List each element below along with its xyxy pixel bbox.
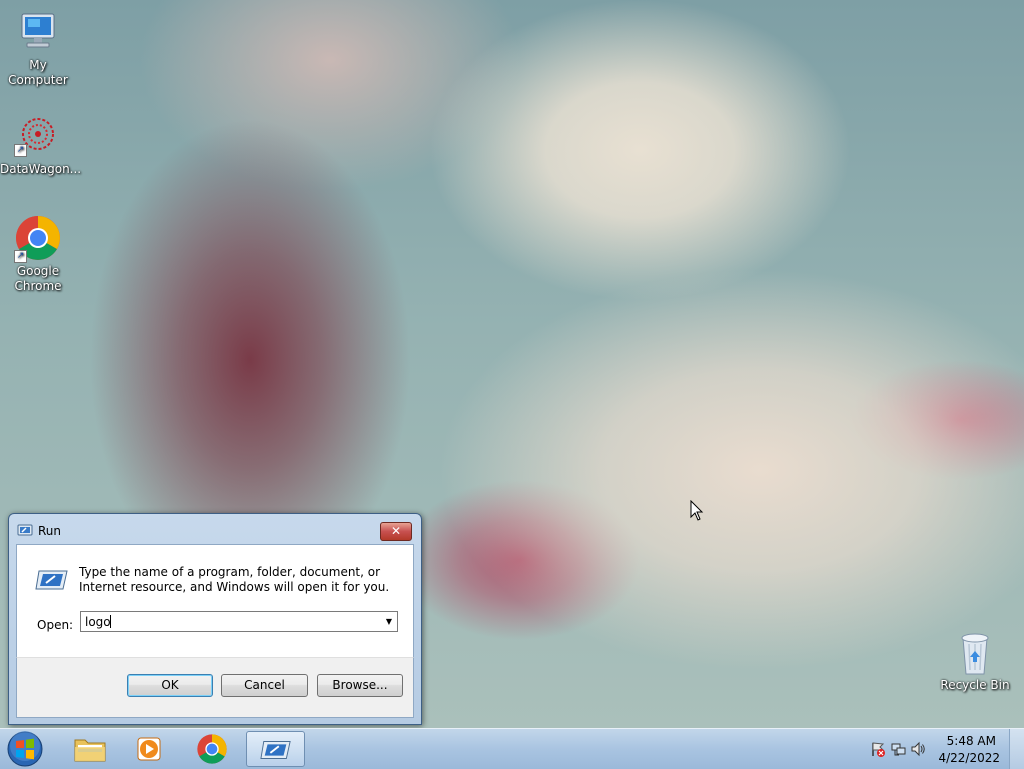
run-dialog-description: Type the name of a program, folder, docu…	[79, 565, 390, 594]
ok-button[interactable]: OK	[127, 674, 213, 697]
taskbar-chrome-button[interactable]	[184, 731, 240, 767]
taskbar: 5:48 AM 4/22/2022	[0, 728, 1024, 769]
run-icon	[260, 741, 291, 759]
volume-icon[interactable]	[910, 741, 926, 757]
desktop-icon-label: Recycle Bin	[940, 678, 1010, 692]
clock-time: 5:48 AM	[946, 734, 996, 748]
open-combobox[interactable]: ▼	[80, 611, 398, 632]
desktop-icon-label: Google Chrome	[14, 264, 62, 293]
run-program-icon	[35, 570, 68, 590]
mouse-cursor-icon	[690, 500, 704, 521]
run-dialog-titlebar[interactable]: Run ✕	[9, 514, 421, 546]
run-dialog-title: Run	[38, 524, 62, 538]
taskbar-media-player-button[interactable]	[122, 731, 178, 767]
desktop-icon-label: My Computer	[8, 58, 68, 87]
desktop-icon-label: DataWagon...	[0, 162, 82, 176]
network-icon[interactable]	[890, 741, 906, 757]
start-button[interactable]	[4, 730, 46, 768]
folder-icon	[74, 739, 106, 762]
shortcut-arrow-icon: ↗	[14, 250, 27, 263]
clock-date: 4/22/2022	[938, 751, 1000, 765]
desktop-icon-my-computer[interactable]: My Computer	[0, 8, 76, 88]
open-label: Open:	[37, 618, 74, 632]
open-input[interactable]	[81, 612, 385, 631]
text-caret	[110, 615, 111, 628]
shortcut-arrow-icon: ↗	[14, 144, 27, 157]
run-dialog-footer: OK Cancel Browse...	[16, 657, 414, 718]
system-tray: 5:48 AM 4/22/2022	[854, 729, 1024, 769]
close-icon: ✕	[390, 524, 402, 538]
run-icon	[17, 524, 33, 536]
taskbar-explorer-button[interactable]	[62, 731, 118, 767]
chevron-down-icon[interactable]: ▼	[381, 612, 397, 631]
run-dialog-body: Type the name of a program, folder, docu…	[16, 544, 414, 657]
browse-button[interactable]: Browse...	[317, 674, 403, 697]
media-player-icon	[137, 737, 161, 761]
action-center-flag-icon[interactable]	[870, 741, 886, 757]
computer-icon	[21, 13, 55, 48]
show-desktop-button[interactable]	[1009, 729, 1024, 769]
run-dialog[interactable]: Run ✕ Type the name of a program, folder…	[8, 513, 422, 725]
cancel-button[interactable]: Cancel	[221, 674, 308, 697]
taskbar-run-button[interactable]	[246, 731, 305, 767]
desktop-background: My Computer ↗ DataWagon... ↗ Google Chro…	[0, 0, 1024, 728]
chrome-icon	[197, 734, 227, 764]
desktop-icon-google-chrome[interactable]: ↗ Google Chrome	[0, 214, 76, 294]
desktop-icon-recycle-bin[interactable]: Recycle Bin	[937, 630, 1013, 693]
recycle-bin-icon	[961, 633, 989, 675]
close-button[interactable]: ✕	[380, 522, 412, 541]
desktop-icon-datawagon[interactable]: ↗ DataWagon...	[0, 112, 82, 177]
